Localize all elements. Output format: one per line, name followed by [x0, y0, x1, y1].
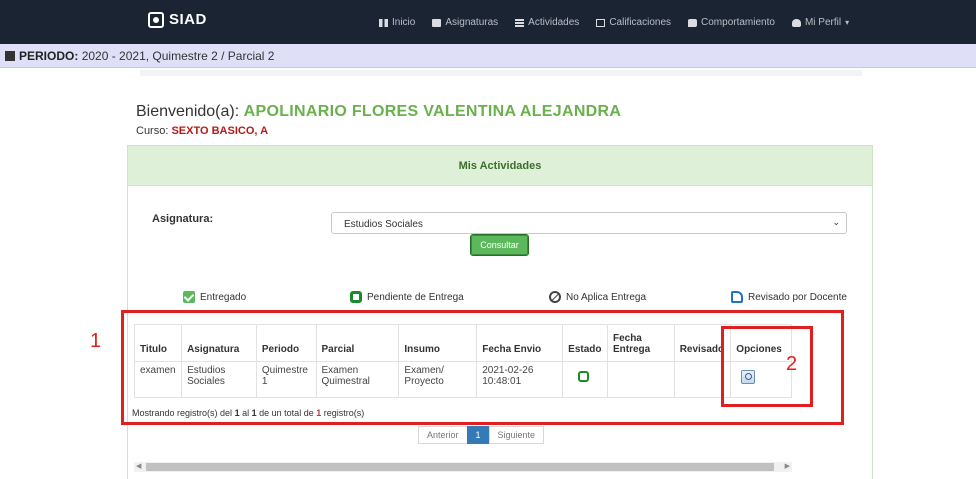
- nav-item-mi-perfil[interactable]: Mi Perfil ▾: [791, 17, 850, 28]
- nav-menu: Inicio Asignaturas Actividades Calificac…: [379, 17, 866, 28]
- legend-entregado: Entregado: [183, 291, 246, 303]
- annotation-number-1: 1: [90, 330, 102, 352]
- prev-page-button[interactable]: Anterior: [418, 426, 468, 444]
- thumbs-up-icon: [731, 291, 743, 303]
- legend-pendiente: Pendiente de Entrega: [350, 291, 464, 303]
- course-line: Curso: SEXTO BASICO, A: [136, 125, 268, 137]
- pagination: Anterior 1 Siguiente: [418, 426, 545, 444]
- nav-item-label: Mi Perfil: [804, 17, 842, 28]
- ban-icon: [549, 291, 561, 303]
- brand-name: SIAD: [169, 11, 207, 28]
- next-page-button[interactable]: Siguiente: [488, 426, 545, 444]
- top-shadow: [140, 70, 862, 76]
- consultar-button[interactable]: Consultar: [470, 234, 529, 256]
- top-navbar: SIAD Inicio Asignaturas Actividades Cali…: [0, 0, 976, 44]
- course-label: Curso:: [136, 125, 169, 137]
- nav-item-inicio[interactable]: Inicio: [379, 17, 415, 28]
- page-1-button[interactable]: 1: [466, 426, 490, 444]
- annotation-number-2: 2: [786, 353, 798, 375]
- nav-item-label: Inicio: [392, 17, 416, 28]
- nav-item-label: Comportamiento: [701, 17, 775, 28]
- asignatura-selected-value: Estudios Sociales: [344, 219, 423, 230]
- chevron-down-icon: ⌄: [832, 217, 840, 227]
- welcome-prefix: Bienvenido(a):: [136, 103, 240, 120]
- nav-item-asignaturas[interactable]: Asignaturas: [432, 17, 498, 28]
- pending-square-icon: [350, 291, 362, 303]
- list-icon: [515, 18, 525, 27]
- legend-revisado: Revisado por Docente: [731, 291, 847, 303]
- chat-icon: [688, 18, 698, 27]
- asignatura-label: Asignatura:: [152, 213, 214, 225]
- nav-item-comportamiento[interactable]: Comportamiento: [688, 17, 775, 28]
- nav-item-actividades[interactable]: Actividades: [515, 17, 579, 28]
- nav-item-label: Actividades: [528, 17, 580, 28]
- scroll-left-icon[interactable]: ◀: [136, 462, 141, 470]
- legend-label: No Aplica Entrega: [566, 291, 647, 303]
- calendar-icon: [5, 51, 15, 61]
- brand-icon: [148, 11, 164, 28]
- book-icon: [432, 18, 442, 27]
- welcome-heading: Bienvenido(a): APOLINARIO FLORES VALENTI…: [136, 103, 621, 121]
- calendar-icon: [596, 18, 606, 27]
- asignatura-select[interactable]: Estudios Sociales ⌄: [331, 212, 847, 234]
- nav-item-label: Asignaturas: [445, 17, 499, 28]
- period-label: PERIODO:: [19, 49, 79, 63]
- student-name: APOLINARIO FLORES VALENTINA ALEJANDRA: [243, 103, 622, 120]
- scroll-right-icon[interactable]: ▶: [785, 462, 790, 470]
- nav-item-label: Calificaciones: [609, 17, 672, 28]
- legend-label: Revisado por Docente: [748, 291, 847, 303]
- annotation-box-2: [721, 326, 813, 407]
- legend-label: Entregado: [200, 291, 247, 303]
- period-value: 2020 - 2021, Quimestre 2 / Parcial 2: [81, 49, 275, 63]
- horizontal-scrollbar[interactable]: ◀ ▶: [134, 462, 792, 472]
- legend-label: Pendiente de Entrega: [367, 291, 464, 303]
- course-value: SEXTO BASICO, A: [171, 125, 269, 137]
- brand-logo[interactable]: SIAD: [148, 11, 207, 28]
- scrollbar-thumb[interactable]: [146, 463, 774, 471]
- legend-no-aplica: No Aplica Entrega: [549, 291, 646, 303]
- check-icon: [183, 291, 195, 303]
- panel-title: Mis Actividades: [128, 146, 872, 186]
- user-icon: [791, 18, 801, 27]
- grid-icon: [379, 18, 388, 27]
- nav-item-calificaciones[interactable]: Calificaciones: [596, 17, 671, 28]
- period-bar: PERIODO: 2020 - 2021, Quimestre 2 / Parc…: [0, 44, 976, 68]
- caret-down-icon: ▾: [845, 18, 850, 27]
